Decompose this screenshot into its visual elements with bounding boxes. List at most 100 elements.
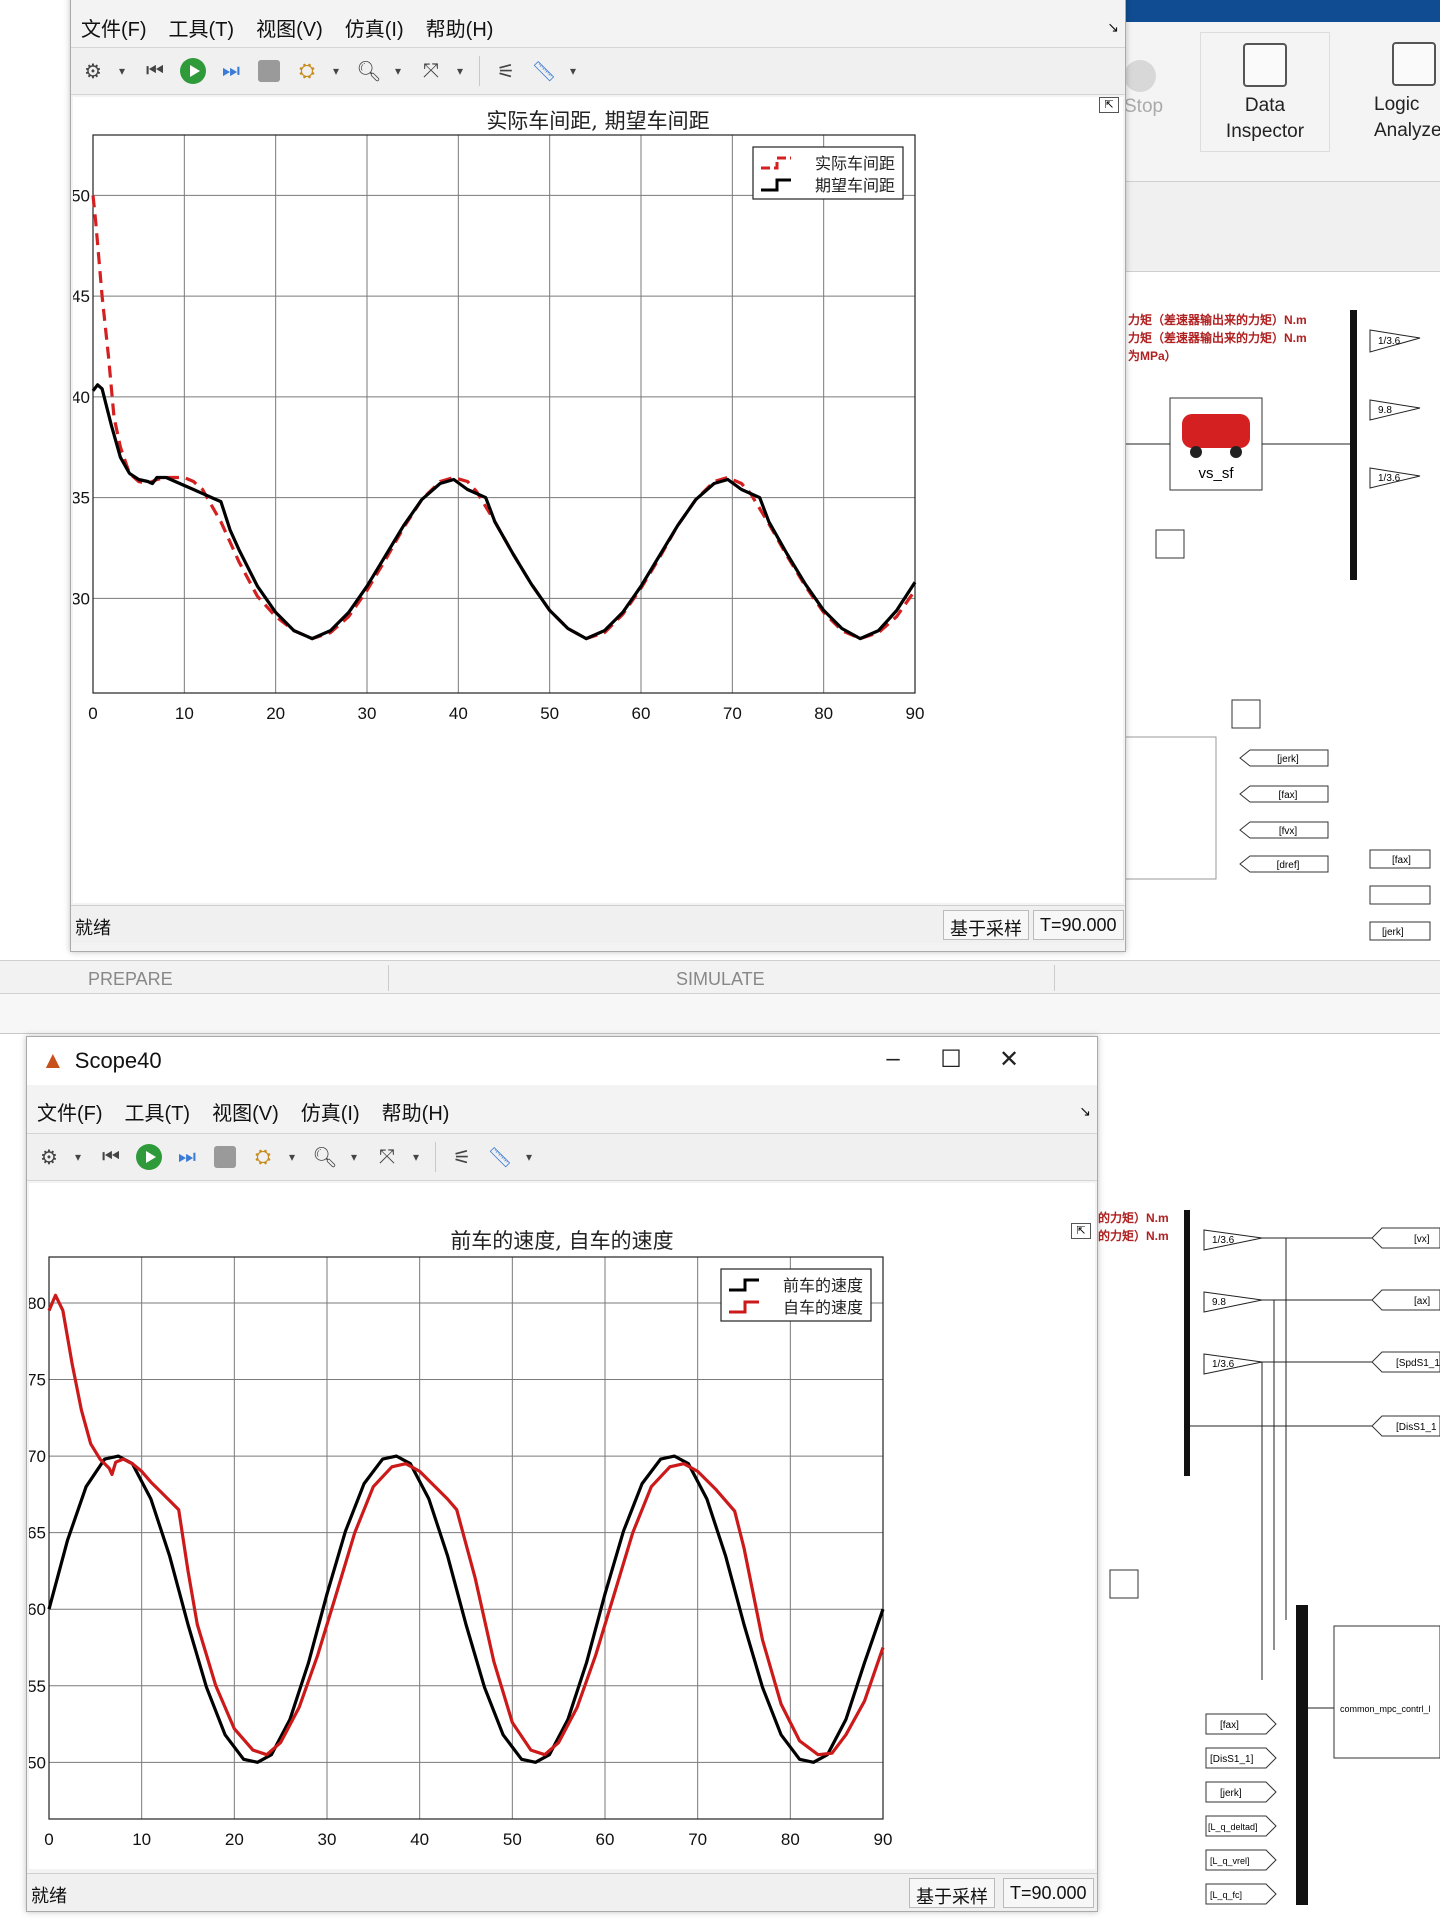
svg-text:1/3.6: 1/3.6 [1212,1235,1235,1246]
menu-tools[interactable]: 工具(T) [125,1097,191,1126]
step-forward-icon[interactable]: ⏭ [173,1143,201,1171]
car-icon [1182,414,1250,448]
y-tick-label: 35 [73,489,90,508]
x-tick-label: 0 [44,1830,53,1849]
undock-icon[interactable]: ↘ [1107,19,1119,36]
annotation-line-2: 的力矩）N.m [1098,1228,1169,1243]
from-tags-bottom: [fax] [DisS1_1] [jerk] [L_q_deltad] [L_q… [1205,1713,1277,1905]
x-tick-label: 60 [596,1830,615,1849]
triggers-icon[interactable]: ⚟ [448,1143,476,1171]
measurements-icon[interactable]: 📏︎ [486,1143,514,1171]
editor-tab-strip [0,994,1440,1034]
svg-text:[jerk]: [jerk] [1220,1788,1242,1799]
chevron-down-icon[interactable]: ▾ [411,1143,421,1171]
svg-text:[SpdS1_1: [SpdS1_1 [1396,1358,1440,1369]
stop-button[interactable]: Stop [1124,40,1164,160]
autoscale-icon[interactable]: ⤧ [373,1143,401,1171]
menu-bar: 文件(F) 工具(T) 视图(V) 仿真(I) 帮助(H) ↘ [27,1091,1097,1131]
svg-text:[ax]: [ax] [1414,1296,1430,1307]
menu-help[interactable]: 帮助(H) [426,13,494,42]
logic-analyzer-icon [1392,42,1436,86]
chevron-down-icon[interactable]: ▾ [287,1143,297,1171]
menu-simulation[interactable]: 仿真(I) [345,13,404,42]
series-line-dashed [91,195,917,641]
highlight-block-icon[interactable]: ⛭ [249,1143,277,1171]
svg-text:[DisS1_1]: [DisS1_1] [1210,1754,1254,1765]
status-text: 就绪 [31,1886,67,1906]
gain-label: 1/3.6 [1378,473,1401,484]
menu-tools[interactable]: 工具(T) [169,13,235,42]
zoom-in-icon[interactable]: 🔍︎ [355,57,383,85]
svg-text:[fax]: [fax] [1279,790,1298,801]
stop-icon[interactable] [255,57,283,85]
mpc-block[interactable] [1333,1625,1440,1759]
svg-text:[fvx]: [fvx] [1279,826,1298,837]
close-icon[interactable]: ✕ [989,1045,1029,1075]
menu-file[interactable]: 文件(F) [81,13,147,42]
menu-view[interactable]: 视图(V) [212,1097,279,1126]
chevron-down-icon[interactable]: ▾ [331,57,341,85]
legend-label: 期望车间距 [815,177,895,195]
menu-view[interactable]: 视图(V) [256,13,323,42]
sample-mode: 基于采样 [909,1878,995,1908]
stop-icon[interactable] [211,1143,239,1171]
toolbar-divider [479,56,480,86]
x-tick-label: 90 [874,1830,893,1849]
minimize-icon[interactable]: – [873,1045,913,1075]
chevron-down-icon[interactable]: ▾ [568,57,578,85]
x-tick-label: 10 [175,704,194,723]
menu-simulation[interactable]: 仿真(I) [301,1097,360,1126]
x-tick-label: 30 [318,1830,337,1849]
zoom-in-icon[interactable]: 🔍︎ [311,1143,339,1171]
y-tick-label: 65 [29,1524,46,1543]
measurements-icon[interactable]: 📏︎ [530,57,558,85]
undock-icon[interactable]: ↘ [1079,1103,1091,1120]
svg-text:[jerk]: [jerk] [1382,927,1404,938]
highlight-block-icon[interactable]: ⛭ [293,57,321,85]
x-tick-label: 20 [225,1830,244,1849]
status-bar: 就绪 基于采样 T=90.000 [71,905,1125,943]
triggers-icon[interactable]: ⚟ [492,57,520,85]
subsystem-block[interactable] [1120,736,1217,880]
legend-label: 实际车间距 [815,155,895,173]
chart-bottom: 0 10 20 30 40 50 60 70 80 90 50 55 60 65 70 75 80 前车的速度自车… [29,1256,893,1849]
logic-analyzer-button[interactable]: Logic Analyzer [1370,32,1440,152]
menu-help[interactable]: 帮助(H) [382,1097,450,1126]
scope-block[interactable] [1109,1569,1139,1599]
ribbon-panel: Stop Data Inspector Logic Analyzer [1120,22,1440,182]
data-inspector-button[interactable]: Data Inspector [1200,32,1330,152]
x-tick-label: 40 [449,704,468,723]
section-prepare: PREPARE [88,969,173,989]
x-tick-label: 90 [906,704,925,723]
scope-block[interactable] [1231,699,1261,729]
x-tick-label: 50 [503,1830,522,1849]
step-back-icon[interactable]: ⏮ [97,1143,125,1171]
toolstrip-section-bar: PREPARE SIMULATE [0,960,1440,994]
chevron-down-icon[interactable]: ▾ [349,1143,359,1171]
autoscale-icon[interactable]: ⤧ [417,57,445,85]
chevron-down-icon[interactable]: ▾ [73,1143,83,1171]
y-tick-label: 80 [29,1294,46,1313]
step-forward-icon[interactable]: ⏭ [217,57,245,85]
legend-label: 前车的速度 [783,1277,863,1295]
menu-file[interactable]: 文件(F) [37,1097,103,1126]
chevron-down-icon[interactable]: ▾ [524,1143,534,1171]
run-button[interactable] [135,1143,163,1171]
chevron-down-icon[interactable]: ▾ [117,57,127,85]
chevron-down-icon[interactable]: ▾ [455,57,465,85]
simulink-diagram-bottom: 的力矩）N.m 的力矩）N.m 1/3.6 9.8 1/3.6 [vx] [ax… [1098,1210,1440,1905]
svg-text:[dref]: [dref] [1277,860,1300,871]
matlab-icon: ▲ [41,1047,65,1074]
annotation-line-2: 力矩（差速器输出来的力矩）N.m [1128,330,1307,345]
chevron-down-icon[interactable]: ▾ [393,57,403,85]
svg-text:9.8: 9.8 [1212,1297,1226,1308]
x-tick-label: 60 [632,704,651,723]
settings-icon[interactable]: ⚙ [35,1143,63,1171]
svg-text:[L_q_vrel]: [L_q_vrel] [1210,1856,1250,1866]
scope-block[interactable] [1155,529,1185,559]
scope-window-bottom: ▲ Scope40 – ☐ ✕ 文件(F) 工具(T) 视图(V) 仿真(I) … [26,1036,1098,1912]
step-back-icon[interactable]: ⏮ [141,57,169,85]
run-button[interactable] [179,57,207,85]
maximize-icon[interactable]: ☐ [931,1045,971,1075]
settings-icon[interactable]: ⚙ [79,57,107,85]
